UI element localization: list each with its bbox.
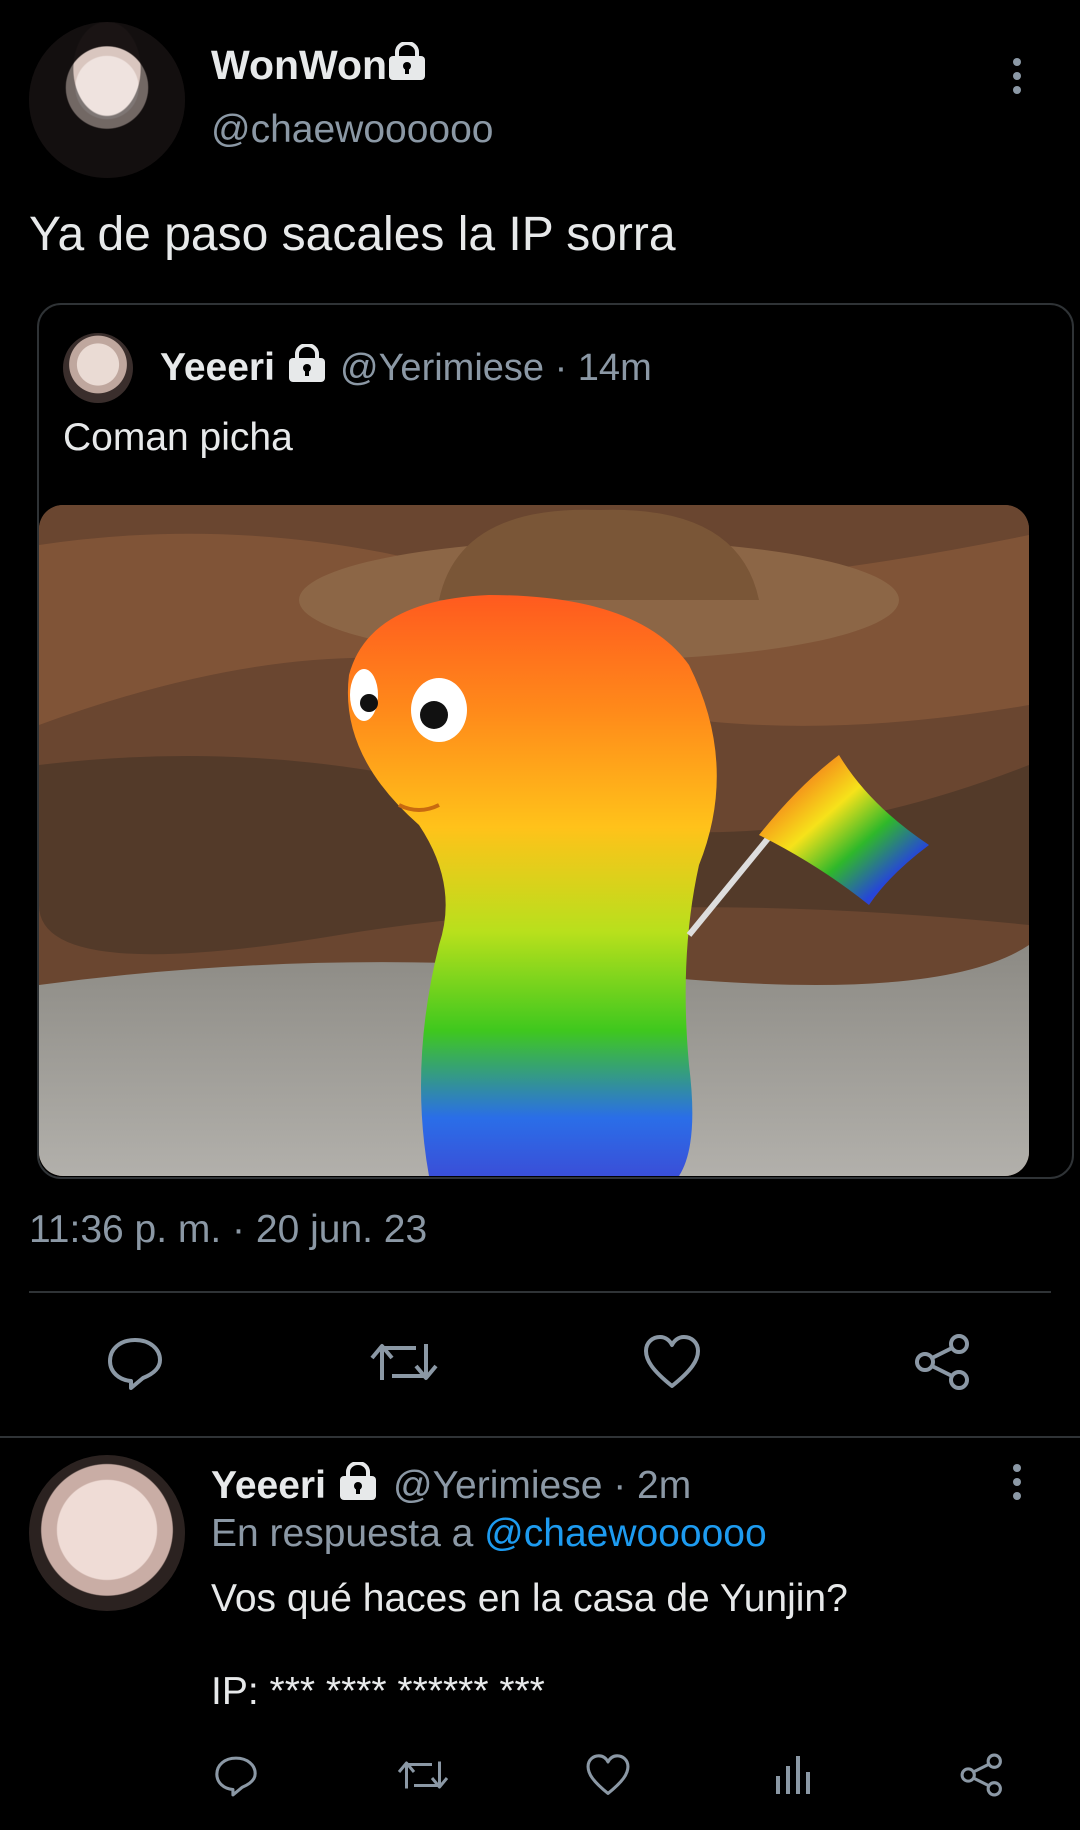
reply-mention-link[interactable]: @chaewoooooo <box>484 1512 766 1555</box>
tweet-text: Ya de paso sacales la IP sorra <box>29 208 676 261</box>
author-name[interactable]: WonWon <box>211 42 387 89</box>
reply-author-avatar[interactable] <box>29 1455 185 1611</box>
reply-icon[interactable] <box>103 1330 167 1394</box>
retweet-icon[interactable] <box>396 1750 450 1800</box>
divider <box>0 1436 1080 1438</box>
heart-icon[interactable] <box>583 1750 633 1800</box>
reply-context: En respuesta a @chaewoooooo <box>211 1512 767 1556</box>
lock-icon <box>287 344 327 384</box>
reply-icon[interactable] <box>211 1750 261 1800</box>
retweet-icon[interactable] <box>367 1330 441 1394</box>
quoted-author-avatar <box>63 333 133 403</box>
reply-author-handle[interactable]: @Yerimiese · 2m <box>393 1464 691 1508</box>
divider <box>29 1291 1051 1293</box>
author-handle[interactable]: @chaewoooooo <box>211 108 493 152</box>
share-icon[interactable] <box>957 1750 1007 1800</box>
share-icon[interactable] <box>911 1330 975 1394</box>
author-avatar[interactable] <box>29 22 185 178</box>
analytics-icon[interactable] <box>770 1750 820 1800</box>
reply-text-line: Vos qué haces en la casa de Yunjin? <box>211 1577 848 1620</box>
quoted-tweet-image[interactable] <box>39 505 1029 1176</box>
more-options-icon[interactable] <box>1005 1462 1029 1502</box>
tweet-timestamp[interactable]: 11:36 p. m. · 20 jun. 23 <box>29 1208 427 1252</box>
reply-author-name[interactable]: Yeeeri <box>211 1464 326 1508</box>
lock-icon <box>387 42 427 82</box>
quoted-author-handle: @Yerimiese · 14m <box>340 347 652 389</box>
heart-icon[interactable] <box>640 1330 704 1394</box>
more-options-icon[interactable] <box>1005 56 1029 96</box>
reply-text-line: IP: *** **** ****** *** <box>211 1670 545 1713</box>
reply-prefix: En respuesta a <box>211 1512 485 1555</box>
quoted-tweet-text: Coman picha <box>63 416 293 459</box>
quoted-author-name: Yeeeri <box>160 346 275 389</box>
lock-icon <box>338 1462 378 1502</box>
